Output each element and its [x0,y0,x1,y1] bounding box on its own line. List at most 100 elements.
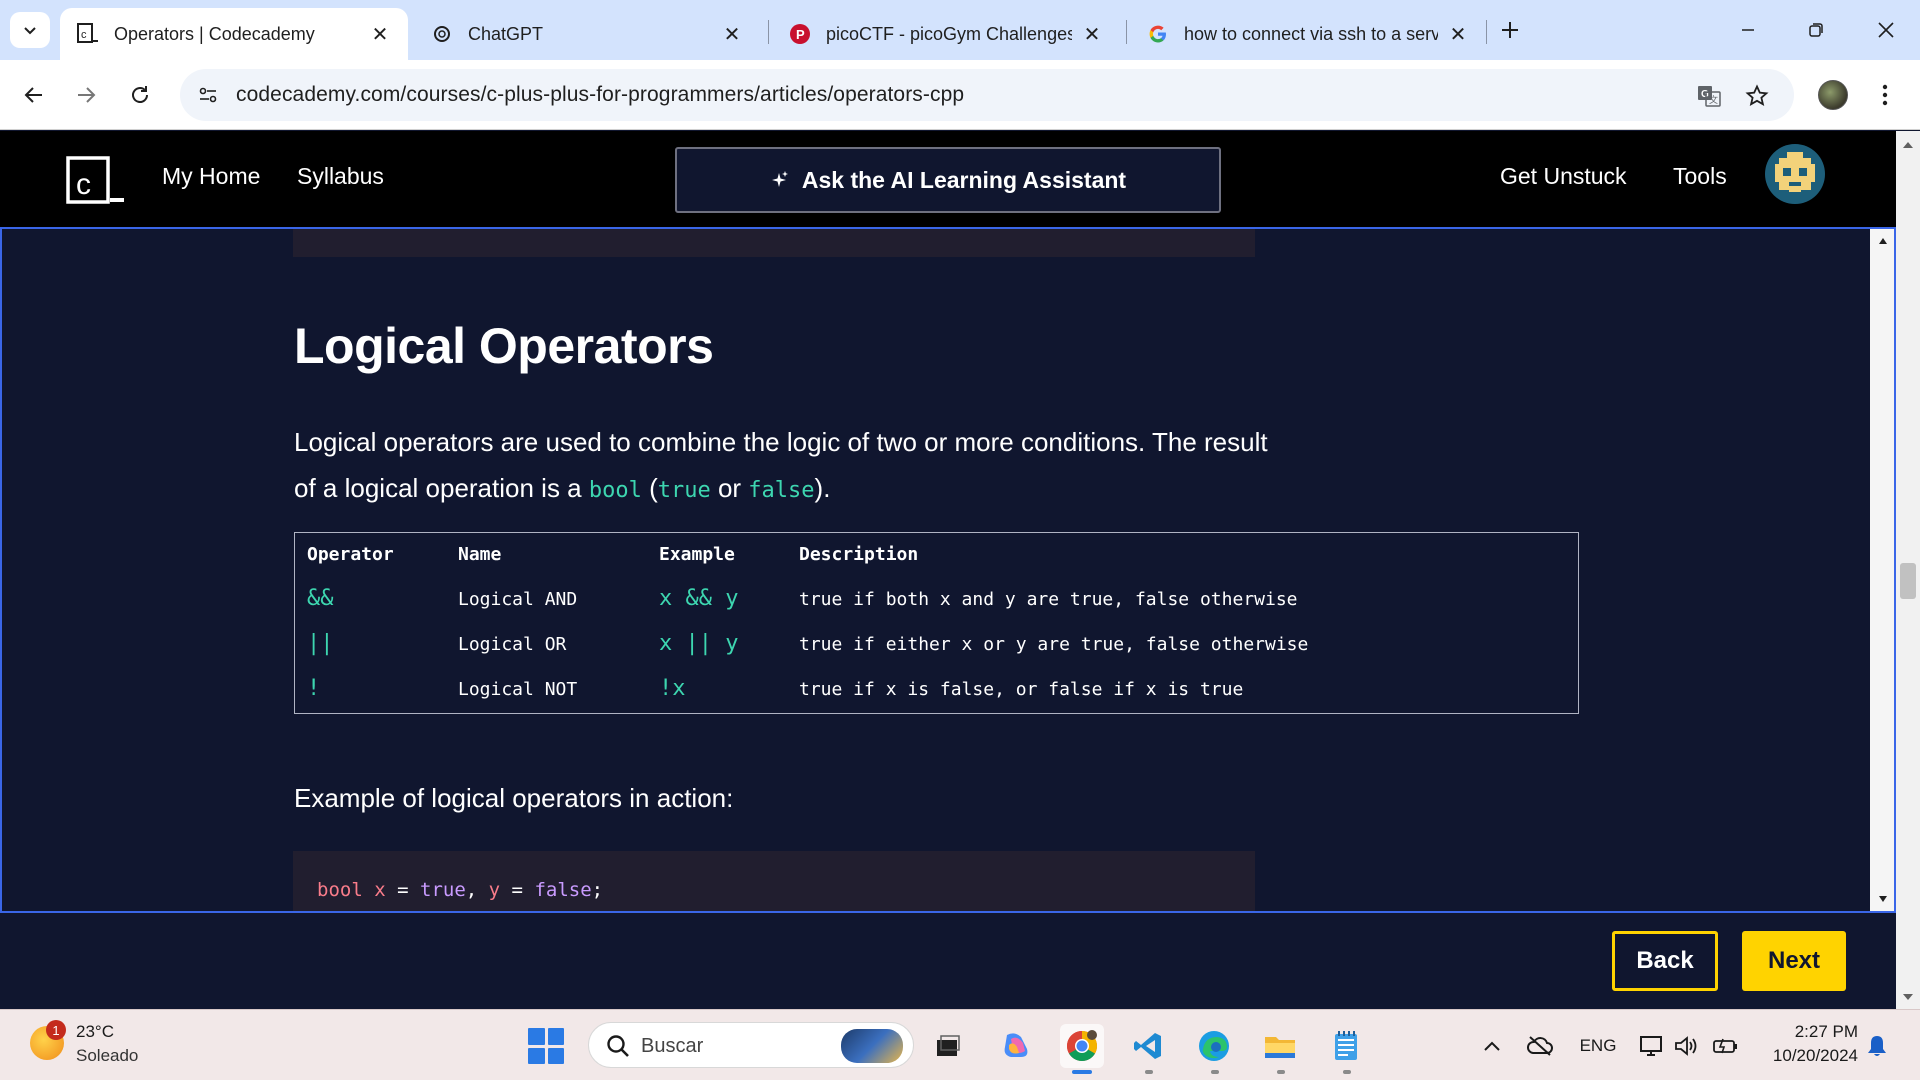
nav-get-unstuck[interactable]: Get Unstuck [1500,163,1627,190]
next-button[interactable]: Next [1742,931,1846,991]
tab-title: how to connect via ssh to a serv [1184,23,1438,44]
translate-icon[interactable]: G文 [1694,81,1724,111]
scroll-up-icon[interactable] [1877,235,1889,247]
close-icon[interactable]: ✕ [1446,22,1470,46]
scroll-down-icon[interactable] [1877,893,1889,905]
table-cell-operator: && [307,586,334,611]
tab-search-button[interactable] [10,12,50,48]
network-icon[interactable] [1638,1032,1666,1060]
tab-title: Operators | Codecademy [114,23,315,44]
windows-taskbar: 1 23°C Soleado Buscar ENG 2:27 PM 10/20/… [0,1009,1920,1080]
chatgpt-icon [430,22,454,46]
restore-button[interactable] [1792,10,1840,50]
app-indicator [1211,1070,1219,1074]
chevron-down-icon [24,27,36,35]
para-text-2: ( [641,473,658,503]
notepad-icon[interactable] [1324,1024,1368,1068]
minimize-icon [1742,29,1754,31]
close-icon[interactable]: ✕ [368,22,392,46]
article-scrollbar[interactable] [1870,229,1894,911]
cloud-off-icon[interactable] [1524,1032,1556,1060]
page-scrollbar[interactable] [1896,131,1920,1009]
table-cell-example: x && y [659,586,739,611]
profile-avatar[interactable] [1818,80,1848,110]
code-operator: = [500,879,535,901]
back-nav-button[interactable] [14,75,54,115]
forward-nav-button[interactable] [66,75,106,115]
back-button[interactable]: Back [1612,931,1718,991]
svg-text:c: c [76,168,91,201]
plus-icon [1502,22,1518,38]
weather-condition[interactable]: Soleado [76,1046,138,1066]
code-keyword: bool [317,879,363,901]
article-viewport[interactable]: Logical Operators Logical operators are … [0,227,1896,913]
tab-chatgpt[interactable]: ChatGPT ✕ [414,8,760,60]
arrow-right-icon [78,87,96,103]
scroll-down-icon[interactable] [1902,993,1914,1001]
previous-code-block [293,229,1255,257]
scrollbar-thumb[interactable] [1900,563,1916,599]
browser-tab-strip: c Operators | Codecademy ✕ ChatGPT ✕ P p… [0,0,1920,60]
table-cell-example: !x [659,676,686,701]
address-bar[interactable]: codecademy.com/courses/c-plus-plus-for-p… [180,69,1794,121]
tab-google-ssh[interactable]: how to connect via ssh to a serv ✕ [1130,8,1486,60]
minimize-button[interactable] [1724,10,1772,50]
nav-syllabus[interactable]: Syllabus [297,163,384,190]
code-operator: = [385,879,420,901]
battery-icon[interactable] [1710,1032,1740,1060]
close-icon[interactable]: ✕ [720,22,744,46]
system-clock[interactable]: 2:27 PM 10/20/2024 [1748,1020,1858,1068]
scrollbar-thumb[interactable] [1870,229,1894,911]
code-line: bool x = true, y = false; [317,879,603,901]
tab-separator [1486,20,1487,44]
sparkle-icon [770,170,790,190]
ai-learning-assistant-button[interactable]: Ask the AI Learning Assistant [675,147,1221,213]
more-vertical-icon [1882,84,1888,106]
operators-table: Operator Name Example Description && Log… [294,532,1579,714]
browser-menu-button[interactable] [1870,80,1900,110]
language-indicator[interactable]: ENG [1578,1032,1618,1060]
chrome-icon[interactable] [1060,1024,1104,1068]
tab-title: ChatGPT [468,23,544,44]
edge-icon[interactable] [1192,1024,1236,1068]
bookmark-star-icon[interactable] [1742,81,1772,111]
site-settings-icon[interactable] [196,83,220,107]
svg-text:G: G [1701,89,1709,100]
tab-operators-codecademy[interactable]: c Operators | Codecademy ✕ [60,8,408,60]
clock-date: 10/20/2024 [1772,1046,1858,1065]
picoctf-icon: P [788,22,812,46]
close-window-button[interactable] [1862,10,1910,50]
table-header-description: Description [799,544,919,565]
code-block[interactable]: bool x = true, y = false; [293,851,1255,911]
table-cell-name: Logical NOT [458,679,578,700]
tab-title: picoCTF - picoGym Challenges [826,23,1072,44]
tab-picoctf[interactable]: P picoCTF - picoGym Challenges ✕ [772,8,1120,60]
vscode-icon[interactable] [1126,1024,1170,1068]
file-explorer-icon[interactable] [1258,1024,1302,1068]
task-view-icon[interactable] [926,1024,970,1068]
close-icon[interactable]: ✕ [1080,22,1104,46]
search-icon [607,1035,629,1057]
app-indicator [1277,1070,1285,1074]
code-true: true [657,478,711,503]
new-tab-button[interactable] [1494,14,1526,46]
table-header-example: Example [659,544,735,565]
table-cell-operator: || [307,631,334,656]
codecademy-logo-icon[interactable]: c [66,156,126,204]
weather-temperature[interactable]: 23°C [76,1022,114,1042]
table-header-operator: Operator [307,544,394,565]
copilot-icon[interactable] [994,1024,1038,1068]
chevron-up-icon[interactable] [1478,1032,1506,1060]
windows-start-icon[interactable] [528,1028,564,1064]
user-avatar[interactable] [1765,144,1825,204]
table-cell-name: Logical OR [458,634,567,655]
reload-button[interactable] [120,75,160,115]
nav-tools[interactable]: Tools [1673,163,1727,190]
scroll-up-icon[interactable] [1902,141,1914,149]
volume-icon[interactable] [1672,1032,1700,1060]
table-cell-example: x || y [659,631,739,656]
browser-toolbar: codecademy.com/courses/c-plus-plus-for-p… [0,60,1920,130]
notification-bell-icon[interactable] [1866,1034,1888,1058]
taskbar-search-input[interactable]: Buscar [588,1022,914,1068]
nav-my-home[interactable]: My Home [162,163,260,190]
